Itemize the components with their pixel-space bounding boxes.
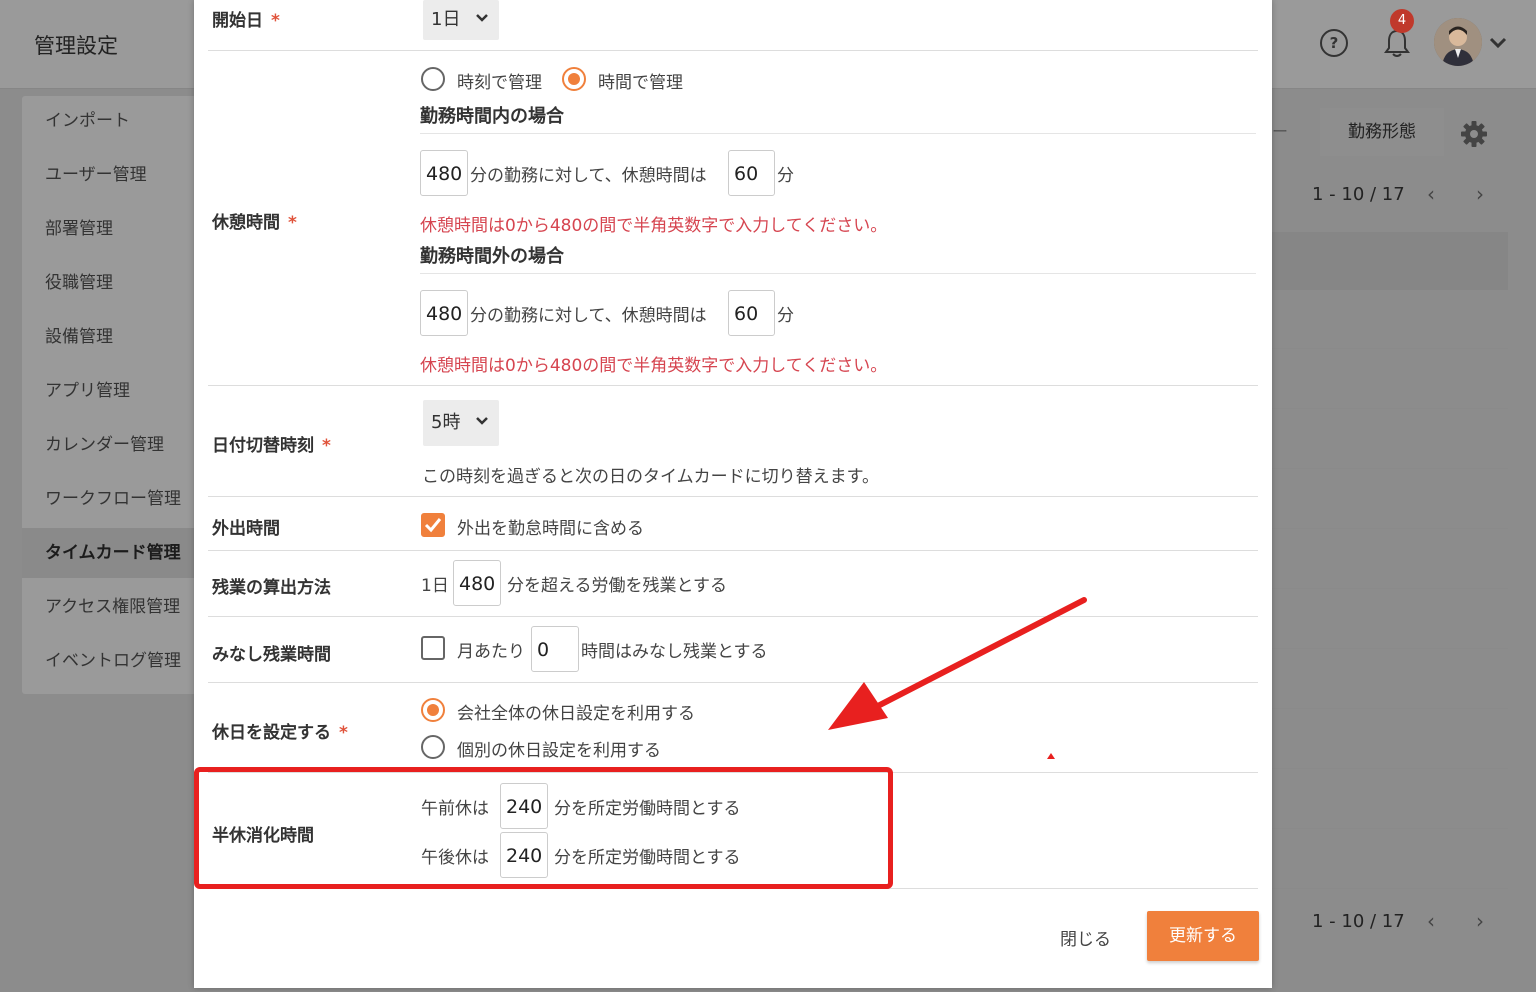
pagination-bottom: 1 - 10 / 17 bbox=[1312, 911, 1405, 932]
sidebar-item-users[interactable]: ユーザー管理 bbox=[22, 150, 212, 200]
holiday-company-radio[interactable] bbox=[421, 698, 445, 722]
divider bbox=[208, 550, 1258, 551]
break-mode-clock-label: 時刻で管理 bbox=[457, 73, 542, 93]
gear-icon[interactable] bbox=[1460, 120, 1488, 148]
sidebar-item-import[interactable]: インポート bbox=[22, 96, 212, 146]
deemed-overtime-label: みなし残業時間 bbox=[212, 645, 331, 665]
row-divider bbox=[1272, 588, 1508, 589]
sidebar-item-positions[interactable]: 役職管理 bbox=[22, 258, 212, 308]
chevron-left-icon[interactable]: ‹ bbox=[1427, 182, 1435, 206]
chevron-left-icon[interactable]: ‹ bbox=[1427, 909, 1435, 933]
divider bbox=[208, 616, 1258, 617]
outside-text-mid: 分の勤務に対して、休憩時間は bbox=[470, 306, 707, 326]
deemed-overtime-input[interactable]: 0 bbox=[531, 626, 579, 672]
sidebar-item-workflow[interactable]: ワークフロー管理 bbox=[22, 474, 212, 524]
outside-break-minutes-input[interactable]: 60 bbox=[728, 290, 775, 336]
overtime-calc-suffix: 分を超える労働を残業とする bbox=[507, 576, 727, 596]
row-divider bbox=[1272, 648, 1508, 649]
notification-badge: 4 bbox=[1390, 9, 1414, 33]
row-divider bbox=[1272, 708, 1508, 709]
deemed-overtime-checkbox[interactable] bbox=[421, 636, 445, 660]
divider bbox=[208, 682, 1258, 683]
overtime-calc-label: 残業の算出方法 bbox=[212, 578, 331, 598]
divider bbox=[420, 133, 1256, 134]
break-mode-duration-radio[interactable] bbox=[562, 67, 586, 91]
app-title: 管理設定 bbox=[34, 34, 118, 58]
break-time-label: 休憩時間 * bbox=[212, 213, 297, 233]
deemed-overtime-suffix: 時間はみなし残業とする bbox=[581, 642, 768, 662]
overtime-calc-prefix: 1日 bbox=[421, 576, 449, 596]
start-day-select[interactable]: 1日 bbox=[423, 0, 499, 40]
start-day-label: 開始日 * bbox=[212, 11, 280, 31]
tab-previous[interactable]: ー bbox=[1272, 108, 1318, 156]
divider bbox=[208, 496, 1258, 497]
divider bbox=[420, 273, 1256, 274]
triangle-marker bbox=[1047, 753, 1055, 759]
row-divider bbox=[1272, 888, 1508, 889]
within-hours-subtitle: 勤務時間内の場合 bbox=[420, 106, 564, 127]
pagination-top: 1 - 10 / 17 bbox=[1312, 184, 1405, 205]
day-switch-select[interactable]: 5時 bbox=[423, 400, 499, 446]
outside-unit: 分 bbox=[777, 306, 794, 326]
sidebar-item-departments[interactable]: 部署管理 bbox=[22, 204, 212, 254]
sidebar-item-timecard[interactable]: タイムカード管理 bbox=[22, 528, 212, 578]
chevron-down-icon bbox=[476, 14, 488, 22]
arrow-annotation bbox=[828, 597, 1087, 730]
row-divider bbox=[1272, 408, 1508, 409]
break-mode-duration-label: 時間で管理 bbox=[598, 73, 683, 93]
divider bbox=[208, 50, 1258, 51]
holiday-individual-label: 個別の休日設定を利用する bbox=[457, 741, 661, 761]
outing-label: 外出時間 bbox=[212, 519, 280, 539]
within-error-message: 休憩時間は0から480の間で半角英数字で入力してください。 bbox=[420, 216, 888, 236]
close-button[interactable]: 閉じる bbox=[1060, 925, 1111, 950]
row-divider bbox=[1272, 348, 1508, 349]
holiday-individual-radio[interactable] bbox=[421, 735, 445, 759]
row-divider bbox=[1272, 828, 1508, 829]
within-break-minutes-input[interactable]: 60 bbox=[728, 150, 775, 196]
sidebar-item-apps[interactable]: アプリ管理 bbox=[22, 366, 212, 416]
chevron-down-icon bbox=[476, 417, 488, 425]
within-work-minutes-input[interactable]: 480 bbox=[420, 150, 468, 196]
divider bbox=[208, 385, 1258, 386]
overtime-threshold-input[interactable]: 480 bbox=[453, 560, 501, 606]
holiday-label: 休日を設定する * bbox=[212, 723, 348, 743]
outing-checkbox[interactable] bbox=[421, 513, 445, 537]
sidebar-item-facilities[interactable]: 設備管理 bbox=[22, 312, 212, 362]
deemed-overtime-prefix: 月あたり bbox=[457, 642, 525, 662]
within-text-mid: 分の勤務に対して、休憩時間は bbox=[470, 166, 707, 186]
chevron-right-icon[interactable]: › bbox=[1476, 182, 1484, 206]
chevron-right-icon[interactable]: › bbox=[1476, 909, 1484, 933]
day-switch-help: この時刻を過ぎると次の日のタイムカードに切り替えます。 bbox=[422, 467, 879, 487]
sidebar-item-access[interactable]: アクセス権限管理 bbox=[22, 582, 212, 632]
avatar[interactable] bbox=[1434, 18, 1482, 66]
checkmark-icon bbox=[424, 518, 442, 533]
background-content: ー 勤務形態 1 - 10 / 17 ‹ › 1 - 10 / 17 ‹ › bbox=[1272, 96, 1536, 992]
day-switch-label: 日付切替時刻 * bbox=[212, 436, 331, 456]
sidebar: インポート ユーザー管理 部署管理 役職管理 設備管理 アプリ管理 カレンダー管… bbox=[22, 96, 212, 694]
outside-hours-subtitle: 勤務時間外の場合 bbox=[420, 246, 564, 267]
break-mode-clock-radio[interactable] bbox=[421, 67, 445, 91]
row-divider bbox=[1272, 468, 1508, 469]
holiday-company-label: 会社全体の休日設定を利用する bbox=[457, 704, 695, 724]
highlight-box bbox=[194, 767, 893, 889]
outing-checkbox-label: 外出を勤怠時間に含める bbox=[457, 519, 644, 539]
row-divider bbox=[1272, 528, 1508, 529]
sidebar-item-calendar[interactable]: カレンダー管理 bbox=[22, 420, 212, 470]
table-row-highlighted[interactable] bbox=[1272, 232, 1508, 290]
tab-work-style[interactable]: 勤務形態 bbox=[1320, 108, 1444, 156]
sidebar-item-eventlog[interactable]: イベントログ管理 bbox=[22, 636, 212, 686]
help-icon[interactable]: ? bbox=[1320, 29, 1348, 57]
outside-work-minutes-input[interactable]: 480 bbox=[420, 290, 468, 336]
update-button[interactable]: 更新する bbox=[1147, 911, 1259, 961]
outside-error-message: 休憩時間は0から480の間で半角英数字で入力してください。 bbox=[420, 356, 888, 376]
row-divider bbox=[1272, 768, 1508, 769]
within-unit: 分 bbox=[777, 166, 794, 186]
chevron-down-icon[interactable] bbox=[1489, 37, 1507, 49]
